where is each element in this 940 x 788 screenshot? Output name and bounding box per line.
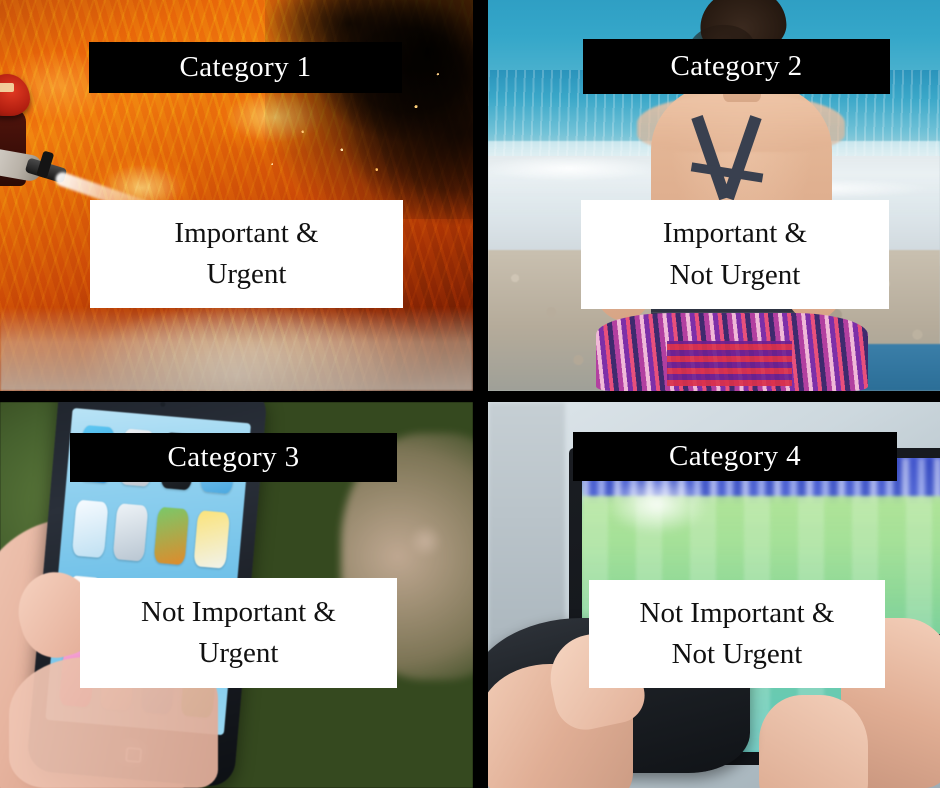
label-line-2a: Important &: [662, 217, 808, 250]
label-line-4a: Not Important &: [639, 596, 835, 629]
label-line-3a: Not Important &: [141, 595, 336, 628]
app-icon-weather: [112, 503, 149, 562]
label-plate-text-3: Not Important & Urgent: [141, 592, 336, 674]
label-plate-4: Not Important & Not Urgent: [589, 580, 885, 688]
ground-spray-haze: [0, 307, 473, 391]
label-line-1a: Important &: [174, 216, 319, 249]
label-line-2b: Not Urgent: [669, 258, 801, 291]
striped-leggings: [596, 312, 868, 391]
label-plate-3: Not Important & Urgent: [80, 578, 397, 688]
priority-matrix-collage: Category 1 Important & Urgent Category 2…: [0, 0, 940, 788]
label-plate-text-2: Important & Not Urgent: [663, 213, 807, 295]
category-banner-4: Category 4: [573, 432, 897, 481]
label-line-3b: Urgent: [198, 637, 279, 669]
label-line-4b: Not Urgent: [671, 638, 803, 670]
category-banner-label-3: Category 3: [167, 441, 300, 473]
category-banner-label-1: Category 1: [179, 51, 312, 83]
label-plate-text-1: Important & Urgent: [174, 213, 318, 295]
screen-glare: [605, 475, 709, 535]
label-plate-1: Important & Urgent: [90, 200, 403, 308]
player-two-fingers: [759, 695, 868, 788]
app-icon-maps: [152, 506, 190, 565]
label-line-1b: Urgent: [206, 258, 287, 290]
category-banner-2: Category 2: [583, 39, 890, 94]
category-banner-3: Category 3: [70, 433, 397, 482]
category-banner-label-4: Category 4: [668, 440, 802, 472]
category-banner-label-2: Category 2: [670, 50, 803, 82]
label-plate-2: Important & Not Urgent: [581, 200, 889, 309]
app-icon-notes: [193, 510, 230, 569]
front-camera-icon: [159, 402, 166, 408]
app-icon-safari: [71, 499, 108, 558]
label-plate-text-4: Not Important & Not Urgent: [640, 593, 835, 675]
category-banner-1: Category 1: [89, 42, 402, 93]
